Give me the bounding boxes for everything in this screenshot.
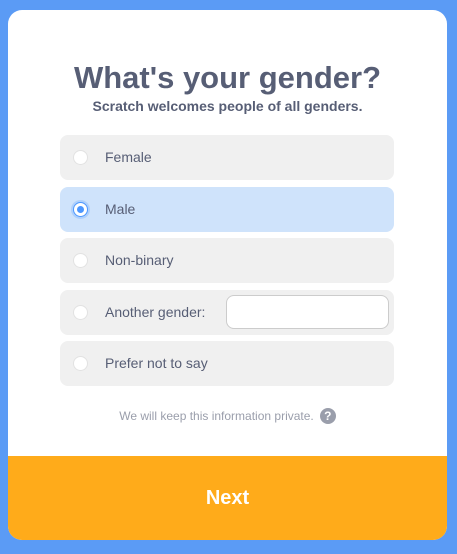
gender-dialog: What's your gender? Scratch welcomes peo… — [8, 10, 447, 540]
privacy-note: We will keep this information private.? — [8, 408, 447, 424]
option-label-prefer-not-to-say: Prefer not to say — [105, 355, 208, 371]
radio-non-binary[interactable] — [73, 253, 88, 268]
page-title: What's your gender? — [73, 60, 382, 95]
option-male[interactable]: Male — [60, 187, 394, 232]
radio-female[interactable] — [73, 150, 88, 165]
option-label-another-gender: Another gender: — [105, 304, 206, 320]
radio-selected-dot — [77, 206, 84, 213]
option-non-binary[interactable]: Non-binary — [60, 238, 394, 283]
privacy-note-text: We will keep this information private. — [119, 409, 314, 423]
option-another-gender[interactable]: Another gender: — [60, 290, 394, 335]
option-label-female: Female — [105, 149, 152, 165]
radio-another-gender[interactable] — [73, 305, 88, 320]
option-female[interactable]: Female — [60, 135, 394, 180]
page-subtitle: Scratch welcomes people of all genders. — [92, 98, 363, 114]
next-button[interactable]: Next — [8, 456, 447, 540]
radio-male[interactable] — [73, 202, 88, 217]
option-label-non-binary: Non-binary — [105, 252, 174, 268]
another-gender-input[interactable] — [226, 295, 389, 329]
option-prefer-not-to-say[interactable]: Prefer not to say — [60, 341, 394, 386]
option-label-male: Male — [105, 201, 136, 217]
radio-prefer-not-to-say[interactable] — [73, 356, 88, 371]
question-mark-icon[interactable]: ? — [319, 408, 336, 424]
